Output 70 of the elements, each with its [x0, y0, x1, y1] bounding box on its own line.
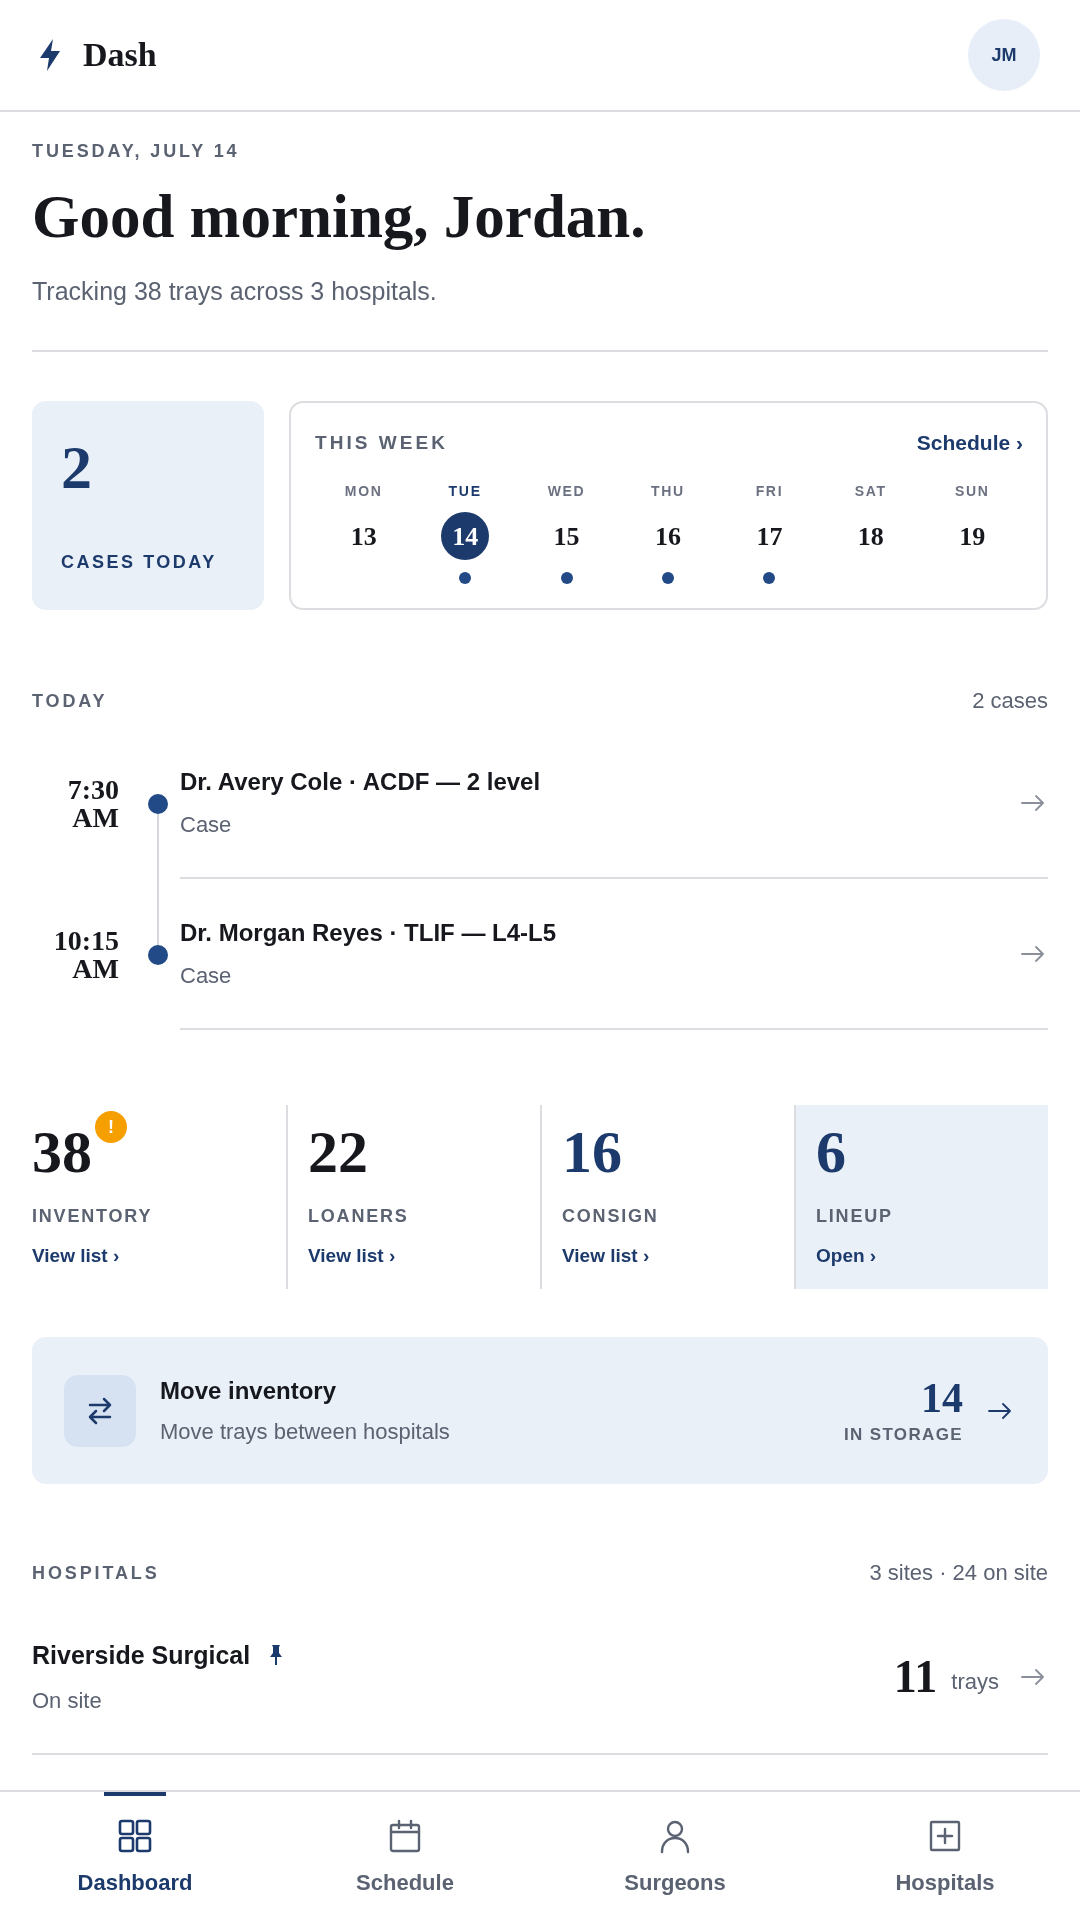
weekday-label: FRI	[755, 482, 784, 501]
day-date[interactable]: 13	[339, 512, 388, 560]
stat-label: CONSIGN	[562, 1205, 659, 1228]
stat-link[interactable]: View list ›	[308, 1243, 396, 1269]
cases-label: CASES TODAY	[61, 551, 217, 574]
day-date[interactable]: 16	[644, 512, 692, 560]
weekday-label: SAT	[854, 482, 887, 501]
cases-today-card[interactable]: 2 CASES TODAY	[32, 401, 264, 610]
stat-value: 22	[308, 1120, 368, 1184]
day-date[interactable]: 15	[542, 512, 591, 560]
case-title: Dr. Morgan Reyes · TLIF — L4-L5	[180, 917, 557, 948]
stat-link[interactable]: Open ›	[816, 1243, 877, 1269]
day-date[interactable]: 17	[745, 512, 794, 560]
plus-square-icon	[927, 1818, 963, 1854]
weekday-label: MON	[344, 482, 383, 501]
section-title: TODAY	[32, 690, 108, 713]
weekday-label: TUE	[448, 482, 482, 501]
hospital-name: Riverside Surgical	[32, 1640, 251, 1671]
hospital-summary: 3 sites · 24 on site	[869, 1561, 1048, 1585]
stat-value: 6	[816, 1120, 846, 1184]
tray-count: 11	[893, 1652, 938, 1702]
stat-label: LOANERS	[308, 1205, 409, 1228]
storage-count: 14	[921, 1375, 963, 1420]
grid-icon	[117, 1818, 153, 1854]
hospital-status: On site	[32, 1687, 102, 1715]
date-label: TUESDAY, JULY 14	[32, 140, 240, 163]
stat-link[interactable]: View list ›	[562, 1243, 650, 1269]
stat-value: 38	[32, 1120, 92, 1184]
app-name: Dash	[83, 35, 157, 75]
stat-link[interactable]: View list ›	[32, 1243, 120, 1269]
nav-tab[interactable]: Hospitals	[810, 1792, 1080, 1920]
arrow-right-icon[interactable]	[1021, 1669, 1045, 1685]
arrow-right-icon[interactable]	[1021, 945, 1045, 962]
greeting-subtitle: Tracking 38 trays across 3 hospitals.	[32, 276, 437, 307]
schedule-link[interactable]: Schedule ›	[916, 430, 1023, 456]
move-subtitle: Move trays between hospitals	[160, 1417, 450, 1446]
arrow-right-icon[interactable]	[1021, 794, 1045, 811]
nav-tab[interactable]: Schedule	[270, 1792, 540, 1920]
tray-unit: trays	[951, 1668, 999, 1696]
bolt-icon	[39, 39, 61, 71]
stat-value: 16	[562, 1120, 622, 1184]
day-date[interactable]: 14	[441, 512, 490, 560]
weekday-label: THU	[651, 482, 685, 501]
move-title: Move inventory	[160, 1375, 337, 1406]
arrow-right-icon	[988, 1402, 1012, 1419]
nav-tab[interactable]: Dashboard	[0, 1792, 270, 1920]
move-inventory-card[interactable]: Move inventory Move trays between hospitals 14 IN STORAGE	[32, 1337, 1048, 1484]
calendar-icon	[387, 1818, 423, 1854]
case-type: Case	[180, 810, 232, 839]
week-title: THIS WEEK	[315, 431, 448, 455]
section-title: HOSPITALS	[32, 1562, 160, 1585]
avatar[interactable]: JM	[968, 19, 1040, 91]
swap-arrows-icon	[64, 1374, 136, 1447]
day-date[interactable]: 19	[948, 512, 997, 560]
day-date[interactable]: 18	[846, 512, 895, 560]
storage-label: IN STORAGE	[843, 1423, 963, 1446]
stat-label: LINEUP	[816, 1205, 893, 1228]
nav-tab[interactable]: Surgeons	[540, 1792, 810, 1920]
case-time: 7:30 AM	[66, 775, 119, 832]
weekday-label: WED	[547, 482, 586, 501]
case-count: 2 cases	[972, 689, 1048, 713]
case-title: Dr. Avery Cole · ACDF — 2 level	[180, 766, 541, 797]
case-time: 10:15 AM	[52, 926, 119, 983]
weekday-label: SUN	[954, 482, 990, 501]
case-type: Case	[180, 961, 232, 990]
alert-badge: !	[93, 1109, 129, 1145]
greeting-title: Good morning, Jordan.	[32, 185, 646, 249]
stat-label: INVENTORY	[32, 1205, 153, 1228]
cases-count: 2	[61, 435, 92, 499]
pin-icon[interactable]	[269, 1644, 284, 1666]
